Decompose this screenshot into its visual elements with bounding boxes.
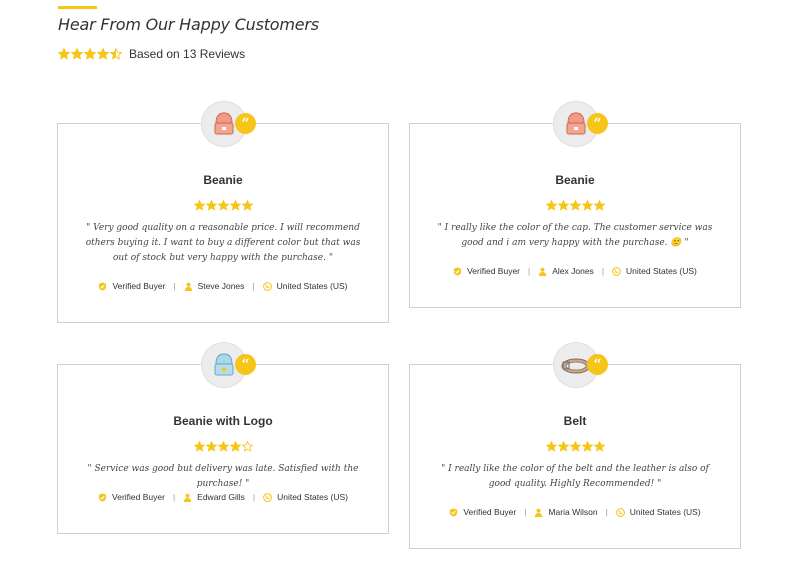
user-icon	[535, 508, 543, 517]
product-avatar: “	[201, 342, 256, 388]
star-full-icon	[593, 200, 605, 211]
star-full-icon	[593, 441, 605, 452]
card-stars	[58, 200, 388, 211]
review-meta: Verified Buyer | Alex Jones | United Sta…	[410, 266, 740, 276]
verified-shield-icon	[450, 507, 458, 517]
star-full-icon	[193, 441, 205, 452]
star-full-icon	[205, 441, 217, 452]
star-full-icon	[545, 441, 557, 452]
review-card: “ Belt " I really like the color of the …	[409, 342, 741, 549]
star-full-icon	[229, 441, 241, 452]
product-avatar: “	[553, 342, 608, 388]
globe-icon	[263, 492, 273, 502]
star-full-icon	[581, 200, 593, 211]
reviewer-name: Alex Jones	[552, 266, 594, 276]
reviewer-name: Edward Gills	[197, 492, 245, 502]
star-full-icon	[217, 441, 229, 452]
verified-label: Verified Buyer	[112, 492, 165, 502]
verified-label: Verified Buyer	[112, 281, 166, 291]
section-title: Hear From Our Happy Customers	[58, 15, 319, 34]
star-full-icon	[241, 200, 253, 211]
star-full-icon	[217, 200, 229, 211]
summary-stars	[58, 48, 122, 60]
review-text: " Service was good but delivery was late…	[87, 464, 359, 489]
reviewer-country: United States (US)	[626, 266, 697, 276]
star-full-icon	[557, 441, 569, 452]
globe-icon	[612, 266, 621, 276]
review-text: " I really like the color of the belt an…	[441, 464, 709, 489]
quote-icon: “	[587, 113, 608, 134]
star-full-icon	[71, 48, 83, 60]
reviewer-name: Maria Wilson	[548, 507, 598, 517]
star-full-icon	[557, 200, 569, 211]
verified-shield-icon	[453, 266, 462, 276]
product-name: Belt	[563, 414, 587, 428]
star-full-icon	[97, 48, 109, 60]
review-meta: Verified Buyer | Maria Wilson | United S…	[410, 507, 740, 517]
star-full-icon	[569, 441, 581, 452]
heading-accent-line	[58, 6, 97, 9]
product-name: Beanie	[203, 173, 243, 187]
star-full-icon	[545, 200, 557, 211]
star-full-icon	[193, 200, 205, 211]
reviewer-country: United States (US)	[277, 492, 348, 502]
reviewer-name: Steve Jones	[197, 281, 245, 291]
product-name: Beanie	[555, 173, 595, 187]
pink-beanie-icon	[214, 112, 234, 135]
blue-beanie-icon	[214, 353, 234, 376]
verified-label: Verified Buyer	[463, 507, 517, 517]
review-count: Based on 13 Reviews	[129, 47, 246, 61]
star-full-icon	[569, 200, 581, 211]
review-text: " I really like the color of the cap. Th…	[437, 223, 713, 248]
review-card: “ Beanie with Logo " Service was good bu…	[57, 342, 389, 534]
card-stars	[410, 441, 740, 452]
review-card: “ Beanie " Very good quality on a reason…	[57, 101, 389, 323]
card-stars	[58, 441, 388, 452]
star-full-icon	[84, 48, 96, 60]
star-full-icon	[205, 200, 217, 211]
review-text: " Very good quality on a reasonable pric…	[85, 223, 361, 263]
user-icon	[184, 493, 192, 502]
pink-beanie-icon	[566, 112, 586, 135]
verified-shield-icon	[98, 492, 107, 502]
user-icon	[539, 267, 547, 276]
quote-icon: “	[587, 354, 608, 375]
globe-icon	[262, 281, 272, 291]
quote-icon: “	[235, 354, 256, 375]
star-full-icon	[229, 200, 241, 211]
product-name: Beanie with Logo	[173, 414, 273, 428]
reviewer-country: United States (US)	[629, 507, 701, 517]
globe-icon	[615, 507, 625, 517]
product-avatar: “	[201, 101, 256, 147]
review-meta: Verified Buyer | Steve Jones | United St…	[58, 281, 388, 291]
product-avatar: “	[553, 101, 608, 147]
rating-summary: Based on 13 Reviews	[58, 47, 245, 61]
star-full-icon	[58, 48, 70, 60]
review-card: “ Beanie " I really like the color of th…	[409, 101, 741, 308]
verified-shield-icon	[99, 281, 107, 291]
star-empty-icon	[241, 441, 253, 452]
verified-label: Verified Buyer	[467, 266, 520, 276]
reviewer-country: United States (US)	[276, 281, 348, 291]
quote-icon: “	[235, 113, 256, 134]
user-icon	[184, 282, 192, 291]
star-half-icon	[110, 48, 122, 60]
card-stars	[410, 200, 740, 211]
star-full-icon	[581, 441, 593, 452]
review-meta: Verified Buyer | Edward Gills | United S…	[58, 492, 388, 502]
